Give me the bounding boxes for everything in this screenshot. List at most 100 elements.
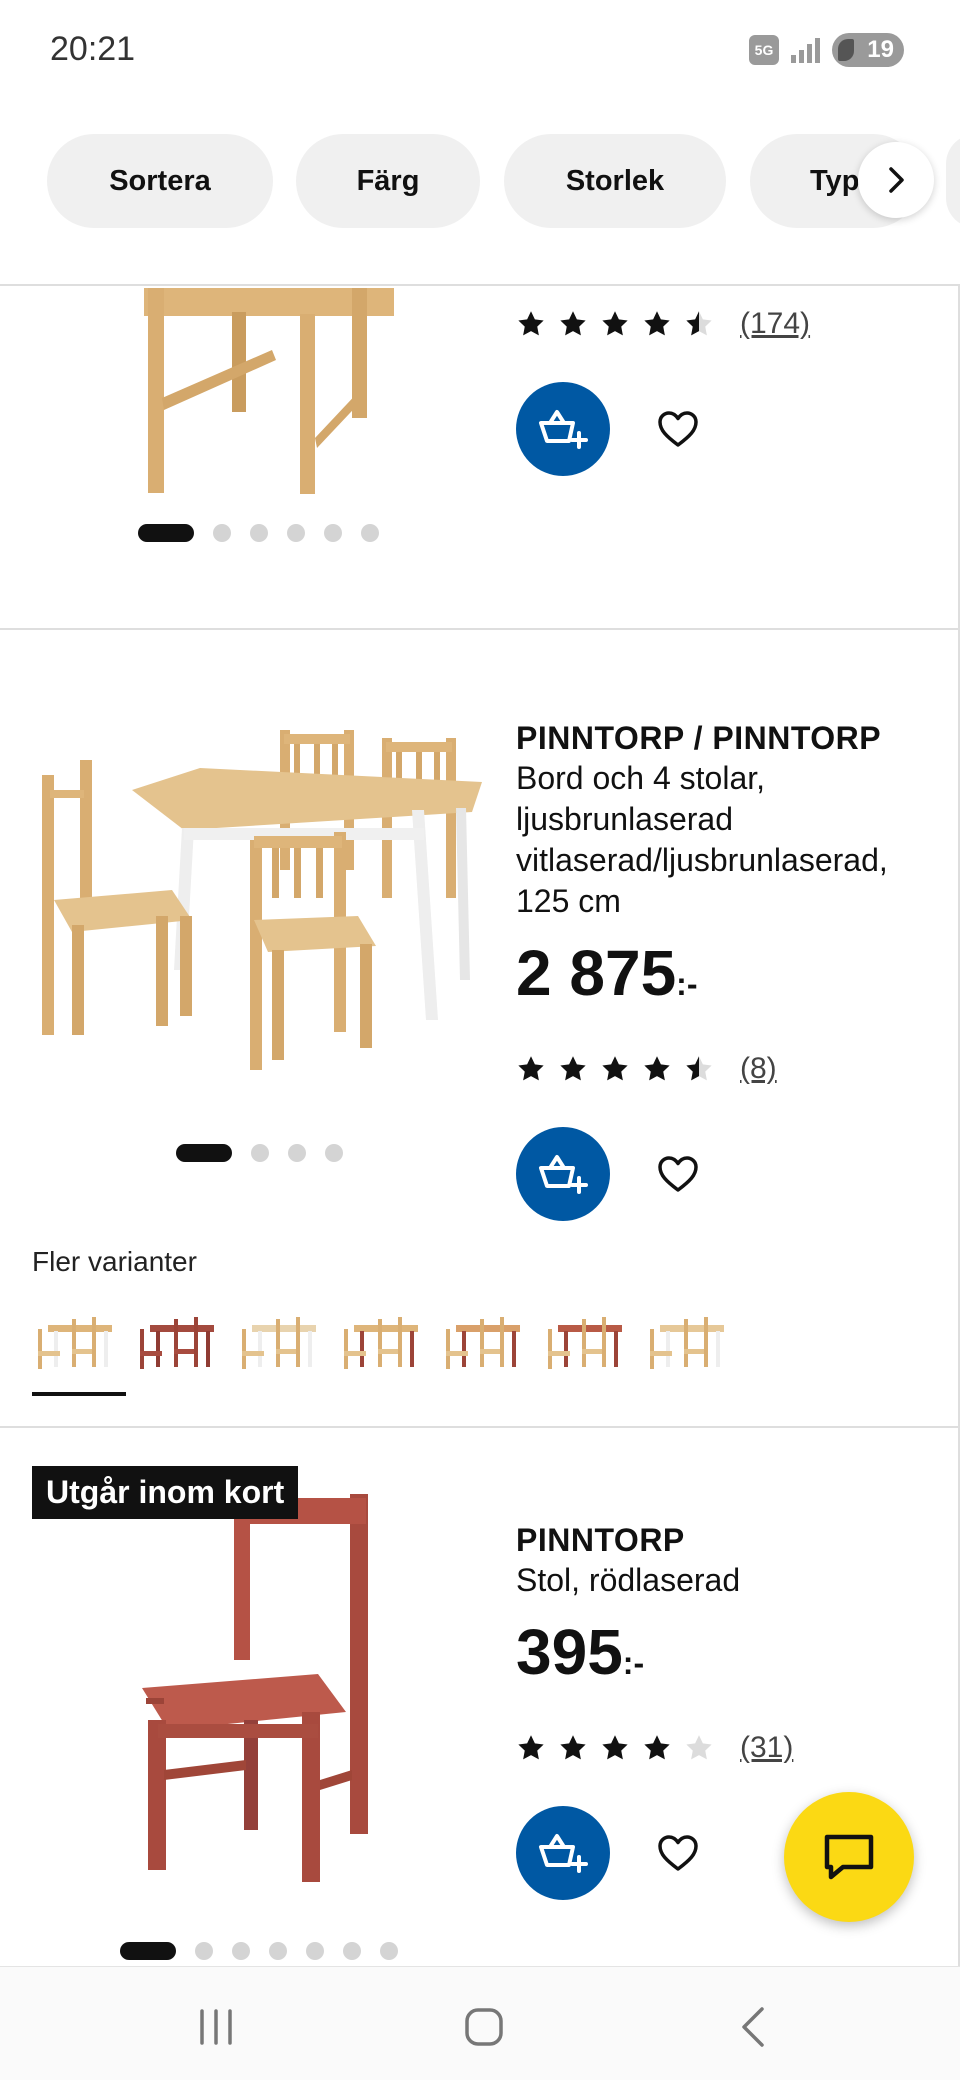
chip-storlek[interactable]: Storlek [504, 134, 726, 228]
product-description-line: vitlaserad/ljusbrunlaserad, [516, 842, 888, 878]
product-image[interactable] [32, 1480, 482, 1900]
heart-icon [658, 1156, 698, 1192]
favourite-button[interactable] [654, 1150, 702, 1198]
product-actions [516, 382, 928, 476]
chip-next-peek[interactable] [946, 134, 960, 228]
rating-count[interactable]: (174) [740, 307, 810, 341]
product-name[interactable]: PINNTORP [516, 1520, 928, 1560]
home-icon [465, 2008, 503, 2046]
product-rating[interactable]: (31) [516, 1728, 928, 1768]
pagination-dot-active[interactable] [138, 524, 194, 542]
add-to-cart-icon [539, 1834, 588, 1873]
price-suffix: :- [676, 966, 698, 1002]
pagination-dot[interactable] [324, 524, 342, 542]
pagination-dot[interactable] [288, 1144, 306, 1162]
image-pagination[interactable] [120, 1942, 398, 1960]
star-half-icon [686, 1056, 712, 1081]
product-card[interactable]: PINNTORP / PINNTORP Bord och 4 stolar, l… [0, 630, 958, 1428]
product-rating[interactable]: (8) [516, 1049, 928, 1089]
add-to-cart-button[interactable] [516, 1127, 610, 1221]
variants-label: Fler varianter [32, 1246, 197, 1277]
product-description-line: ljusbrunlaserad [516, 801, 734, 837]
pagination-dot[interactable] [195, 1942, 213, 1960]
system-nav-bar [0, 1966, 960, 2080]
chip-farg[interactable]: Färg [296, 134, 480, 228]
product-info: (174) [516, 304, 928, 476]
star-icon [602, 1056, 628, 1081]
pagination-dot-active[interactable] [176, 1144, 232, 1162]
back-button[interactable] [724, 1997, 784, 2057]
rating-count[interactable]: (31) [740, 1731, 793, 1765]
pagination-dot[interactable] [269, 1942, 287, 1960]
star-icon [518, 1735, 544, 1760]
chip-sortera[interactable]: Sortera [47, 134, 273, 228]
favourite-button[interactable] [654, 1829, 702, 1877]
image-pagination[interactable] [138, 524, 379, 542]
chat-button[interactable] [784, 1792, 914, 1922]
back-icon [742, 2007, 764, 2047]
product-rating[interactable]: (174) [516, 304, 928, 344]
product-name[interactable]: PINNTORP / PINNTORP [516, 718, 928, 758]
pagination-dot[interactable] [361, 524, 379, 542]
heart-icon [658, 1835, 698, 1871]
add-to-cart-button[interactable] [516, 382, 610, 476]
variant-thumbnail[interactable] [134, 1306, 222, 1376]
product-card[interactable]: (174) [0, 288, 958, 630]
pagination-dot-active[interactable] [120, 1942, 176, 1960]
variant-image [242, 1317, 316, 1369]
recent-apps-button[interactable] [186, 1997, 246, 2057]
variant-thumbnail[interactable] [542, 1306, 630, 1376]
rating-stars [516, 309, 714, 339]
image-pagination[interactable] [176, 1144, 343, 1162]
favourite-button[interactable] [654, 405, 702, 453]
star-icon [518, 311, 544, 336]
signal-icon [791, 37, 820, 63]
pagination-dot[interactable] [325, 1144, 343, 1162]
variant-thumbnail[interactable] [644, 1306, 732, 1376]
pagination-dot[interactable] [250, 524, 268, 542]
star-icon [518, 1056, 544, 1081]
variant-thumbnail[interactable] [440, 1306, 528, 1376]
variant-image [38, 1317, 112, 1369]
status-bar: 20:21 5G 19 [0, 0, 960, 100]
pagination-dot[interactable] [287, 524, 305, 542]
pagination-dot[interactable] [251, 1144, 269, 1162]
recent-apps-icon [200, 2009, 232, 2045]
product-image[interactable] [32, 720, 482, 1070]
chevron-right-icon [889, 167, 904, 193]
star-icon [644, 1735, 670, 1760]
star-icon [560, 311, 586, 336]
star-icon [560, 1735, 586, 1760]
status-badge: Utgår inom kort [32, 1466, 299, 1519]
scroll-filters-right-button[interactable] [858, 142, 934, 218]
rating-stars [516, 1733, 714, 1763]
variant-thumbnail[interactable] [338, 1306, 426, 1376]
add-to-cart-button[interactable] [516, 1806, 610, 1900]
table-and-chairs-image [42, 730, 482, 1070]
star-icon [602, 311, 628, 336]
star-icon [644, 311, 670, 336]
variant-image [140, 1317, 214, 1369]
pagination-dot[interactable] [343, 1942, 361, 1960]
product-price: 2 875:- [516, 934, 928, 1023]
heart-icon [658, 411, 698, 447]
variant-thumbnail[interactable] [236, 1306, 324, 1376]
product-image[interactable] [32, 288, 482, 498]
home-button[interactable] [454, 1997, 514, 2057]
star-icon [602, 1735, 628, 1760]
star-half-icon [686, 311, 712, 336]
rating-count[interactable]: (8) [740, 1052, 777, 1086]
add-to-cart-icon [539, 1155, 588, 1194]
pagination-dot[interactable] [380, 1942, 398, 1960]
chat-icon [824, 1834, 874, 1880]
product-price: 395:- [516, 1613, 928, 1702]
filter-bar: Sortera Färg Storlek Typ [0, 100, 960, 286]
battery-icon: 19 [832, 33, 904, 67]
status-time: 20:21 [50, 30, 136, 68]
pagination-dot[interactable] [213, 524, 231, 542]
product-description-line: 125 cm [516, 883, 621, 919]
variant-list[interactable] [32, 1306, 732, 1396]
pagination-dot[interactable] [232, 1942, 250, 1960]
pagination-dot[interactable] [306, 1942, 324, 1960]
variant-thumbnail[interactable] [32, 1306, 126, 1396]
